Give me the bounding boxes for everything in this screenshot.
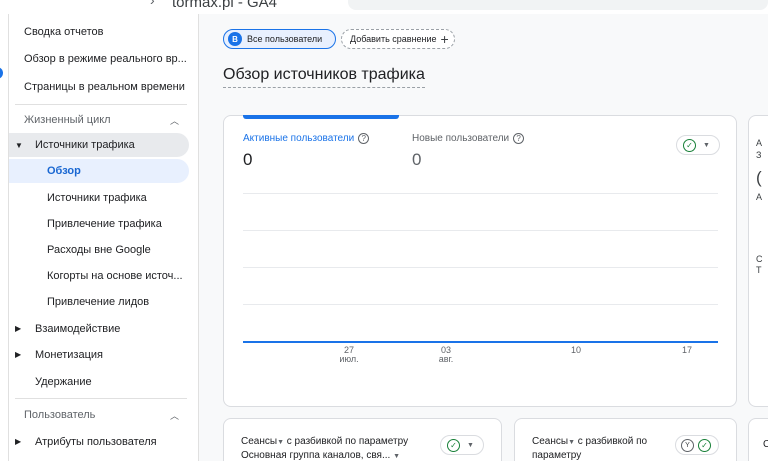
sidebar-item-user-attributes[interactable]: ▶ Атрибуты пользователя — [9, 430, 189, 454]
sidebar-item-non-google-cost[interactable]: Расходы вне Google — [9, 238, 189, 262]
sidebar: Сводка отчетов Обзор в режиме реального … — [9, 14, 199, 461]
x-tick-label: 17 — [681, 345, 692, 355]
add-comparison-label: Добавить сравнение — [350, 34, 437, 44]
side-card: А З ( А С Т — [748, 115, 768, 407]
check-circle-icon: ✓ — [698, 438, 711, 452]
nav-rail — [0, 14, 9, 461]
chevron-down-icon: ▼ — [467, 441, 474, 449]
chevron-up-icon: ︿ — [170, 115, 180, 126]
side-card-text: А — [756, 138, 763, 148]
caret-down-icon: ▼ — [15, 141, 23, 150]
card-title[interactable]: Сеансы▼ с разбивкой по параметру — [532, 435, 647, 461]
sidebar-item-reports-snapshot[interactable]: Сводка отчетов — [9, 20, 189, 44]
x-tick-label: 10 — [570, 345, 581, 355]
x-tick-label: 03 авг. — [438, 345, 454, 364]
status-dropdown[interactable]: ✓ ▼ — [676, 135, 720, 155]
filter-icon: Y — [681, 438, 694, 452]
check-circle-icon: ✓ — [447, 438, 460, 452]
caret-down-icon: ▼ — [393, 453, 401, 460]
sessions-by-channel-card: Сеансы▼ с разбивкой по параметру Основна… — [223, 418, 502, 461]
property-name: tormax.pl - GA4 — [172, 0, 278, 11]
property-selector[interactable]: › tormax.pl - GA4 — [0, 0, 330, 14]
side-card-text: ( — [756, 168, 762, 187]
sidebar-item-acquisition[interactable]: ▼ Источники трафика — [9, 133, 189, 157]
metric-tab-active-users[interactable]: Активные пользователи ? — [243, 133, 370, 144]
segment-chip[interactable]: B Все пользователи — [223, 29, 336, 49]
question-circle-icon[interactable]: ? — [358, 133, 370, 144]
top-bar: › tormax.pl - GA4 — [0, 0, 768, 14]
chevron-up-icon: ︿ — [170, 410, 180, 421]
x-tick-label: 27 июл. — [339, 345, 359, 364]
segment-chip-label: Все пользователи — [247, 34, 323, 44]
active-users-value: 0 — [243, 150, 253, 169]
check-circle-icon: ✓ — [683, 138, 696, 152]
series-line-active-users — [243, 341, 718, 343]
sidebar-item-engagement[interactable]: ▶ Взаимодействие — [9, 317, 189, 341]
page-title: Обзор источников трафика — [223, 66, 425, 88]
sidebar-section-lifecycle[interactable]: Жизненный цикл ︿ — [9, 109, 189, 131]
add-comparison-button[interactable]: Добавить сравнение + — [341, 29, 455, 49]
sessions-by-parameter-card: Сеансы▼ с разбивкой по параметру Y ✓ — [514, 418, 737, 461]
side-card-text: А — [756, 192, 763, 202]
partial-card-text: С — [763, 439, 768, 450]
caret-right-icon: ▶ — [15, 437, 22, 446]
sidebar-item-realtime-overview[interactable]: Обзор в режиме реального вр... — [9, 47, 189, 71]
sidebar-section-user[interactable]: Пользователь ︿ — [9, 404, 189, 426]
main-content: B Все пользователи Добавить сравнение + … — [200, 14, 768, 461]
sidebar-divider — [15, 398, 187, 399]
chart-gridline — [243, 267, 718, 268]
caret-right-icon: ▶ — [15, 350, 22, 359]
side-card-text: С — [756, 254, 763, 264]
sidebar-item-source-cohorts[interactable]: Когорты на основе источ... — [9, 264, 189, 288]
side-card-text: Т — [756, 265, 762, 275]
plus-icon: + — [440, 31, 449, 47]
rail-active-indicator — [0, 67, 3, 79]
metric-tab-indicator — [243, 115, 399, 119]
question-circle-icon[interactable]: ? — [513, 133, 525, 144]
new-users-value: 0 — [412, 150, 422, 169]
sidebar-item-retention[interactable]: Удержание — [9, 370, 189, 394]
sidebar-divider — [15, 104, 187, 105]
sidebar-item-lead-acquisition[interactable]: Привлечение лидов — [9, 290, 189, 314]
sidebar-item-traffic-sources[interactable]: Источники трафика — [9, 186, 189, 210]
metric-tab-new-users[interactable]: Новые пользователи ? — [412, 133, 525, 144]
caret-down-icon: ▼ — [568, 439, 575, 446]
chart-gridline — [243, 304, 718, 305]
caret-right-icon: ▶ — [15, 324, 22, 333]
filter-status-pill[interactable]: Y ✓ — [675, 435, 719, 455]
chevron-right-icon: › — [150, 0, 155, 8]
card-title[interactable]: Сеансы▼ с разбивкой по параметру Основна… — [241, 435, 408, 461]
overview-card: Активные пользователи ? 0 Новые пользова… — [223, 115, 737, 407]
side-card-text: З — [756, 150, 762, 160]
partial-card: С — [748, 418, 768, 461]
sidebar-item-monetization[interactable]: ▶ Монетизация — [9, 343, 189, 367]
caret-down-icon: ▼ — [277, 439, 284, 446]
sidebar-item-traffic-acquisition[interactable]: Привлечение трафика — [9, 212, 189, 236]
sidebar-item-overview[interactable]: Обзор — [9, 159, 189, 183]
chart-gridline — [243, 193, 718, 194]
search-bar[interactable] — [348, 0, 768, 10]
chevron-down-icon: ▼ — [703, 141, 710, 149]
chart-gridline — [243, 230, 718, 231]
letter-badge-icon: B — [228, 32, 242, 46]
sidebar-item-realtime-pages[interactable]: Страницы в реальном времени — [9, 75, 189, 99]
status-dropdown[interactable]: ✓ ▼ — [440, 435, 484, 455]
